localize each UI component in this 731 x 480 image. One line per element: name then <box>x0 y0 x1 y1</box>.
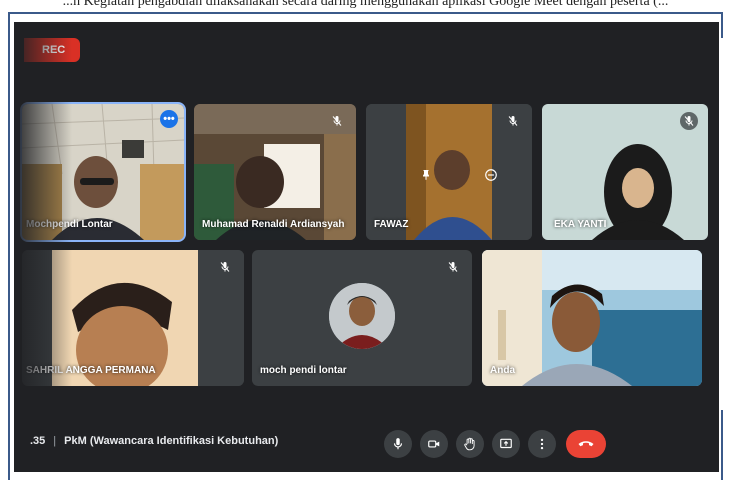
mic-off-icon <box>332 116 342 126</box>
video-feed <box>482 250 702 386</box>
avatar-photo <box>329 283 395 349</box>
participant-name: moch pendi lontar <box>260 365 347 376</box>
muted-indicator <box>328 112 346 130</box>
meeting-time: .35 <box>30 435 46 447</box>
muted-indicator <box>444 258 462 276</box>
muted-indicator <box>216 258 234 276</box>
muted-indicator <box>680 112 698 130</box>
participant-tile-fawaz[interactable]: FAWAZ <box>366 104 532 240</box>
more-options-icon: ••• <box>163 113 175 125</box>
participant-tile-self[interactable]: Anda <box>482 250 702 386</box>
meeting-controls-bar: .35 | PkM (Wawancara Identifikasi Kebutuha… <box>14 422 719 472</box>
mic-off-icon <box>684 116 694 126</box>
camera-icon <box>428 440 440 448</box>
recording-badge: REC <box>24 38 80 62</box>
mic-off-icon <box>220 262 230 272</box>
meeting-info: .35 | PkM (Wawancara Identifikasi Kebutuha… <box>30 435 278 447</box>
more-vert-icon <box>540 438 544 450</box>
pin-icon[interactable] <box>420 169 432 181</box>
participant-tile-eka-yanti[interactable]: EKA YANTI <box>542 104 708 240</box>
camera-button[interactable] <box>420 430 448 458</box>
end-call-icon <box>578 441 594 447</box>
more-menu-button[interactable] <box>528 430 556 458</box>
mic-icon <box>393 438 403 450</box>
participant-name: SAHRIL ANGGA PERMANA <box>26 365 156 376</box>
left-edge-shadow <box>14 22 72 472</box>
mic-off-icon <box>448 262 458 272</box>
participant-tile-sahril-angga-permana[interactable]: SAHRIL ANGGA PERMANA <box>22 250 244 386</box>
raise-hand-icon <box>464 437 475 451</box>
mic-off-icon <box>508 116 518 126</box>
separator: | <box>53 435 57 447</box>
muted-indicator <box>504 112 522 130</box>
meet-window: REC ••• Mochpendi Lontar Muhamad Renaldi… <box>14 22 719 472</box>
document-caption: ...n Kegiatan pengabdian dilaksanakan se… <box>62 0 669 9</box>
participant-tile-moch-pendi-lontar[interactable]: moch pendi lontar <box>252 250 472 386</box>
participant-name: Anda <box>490 365 515 376</box>
present-screen-icon <box>500 438 512 449</box>
mic-button[interactable] <box>384 430 412 458</box>
raise-hand-button[interactable] <box>456 430 484 458</box>
participant-tile-mochpendi-lontar[interactable]: ••• Mochpendi Lontar <box>22 104 184 240</box>
participant-tile-muhamad-renaldi[interactable]: Muhamad Renaldi Ardiansyah <box>194 104 356 240</box>
window-edge <box>719 38 723 410</box>
remove-icon[interactable] <box>484 168 498 182</box>
participant-name: FAWAZ <box>374 219 409 230</box>
present-button[interactable] <box>492 430 520 458</box>
avatar <box>329 283 395 349</box>
more-options-button[interactable]: ••• <box>160 110 178 128</box>
participant-name: Muhamad Renaldi Ardiansyah <box>202 219 345 230</box>
meeting-title: PkM (Wawancara Identifikasi Kebutuhan) <box>64 435 279 447</box>
recording-label: REC <box>42 44 66 56</box>
tile-hover-actions <box>414 160 504 190</box>
participant-name: Mochpendi Lontar <box>26 219 113 230</box>
end-call-button[interactable] <box>566 430 606 458</box>
participant-name: EKA YANTI <box>554 219 607 230</box>
